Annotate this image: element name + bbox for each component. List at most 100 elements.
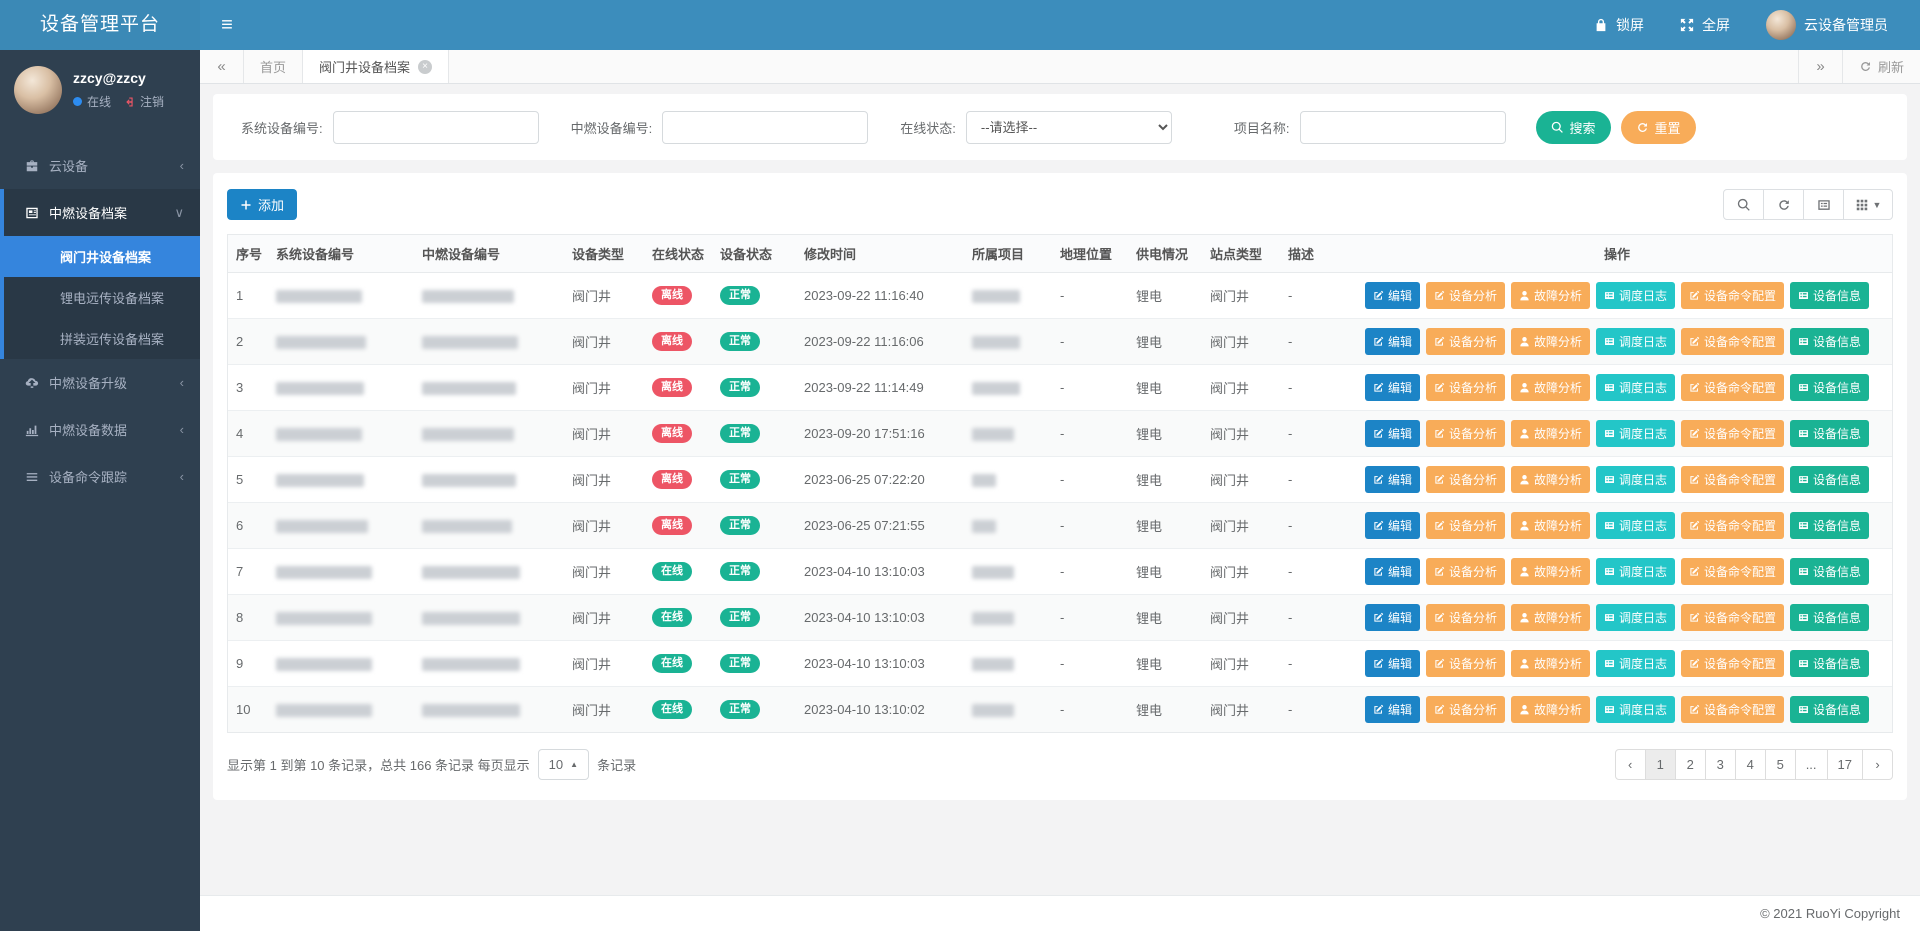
device-command-config-button[interactable]: 设备命令配置 (1681, 282, 1784, 309)
device-command-config-button[interactable]: 设备命令配置 (1681, 650, 1784, 677)
device-command-config-button[interactable]: 设备命令配置 (1681, 604, 1784, 631)
device-analysis-button[interactable]: 设备分析 (1426, 282, 1505, 309)
device-command-config-button[interactable]: 设备命令配置 (1681, 374, 1784, 401)
tab-home[interactable]: 首页 (244, 50, 303, 83)
dispatch-log-button[interactable]: 调度日志 (1596, 558, 1675, 585)
device-command-config-button[interactable]: 设备命令配置 (1681, 420, 1784, 447)
edit-button[interactable]: 编辑 (1365, 558, 1420, 585)
fault-analysis-button[interactable]: 故障分析 (1511, 466, 1590, 493)
fault-analysis-button[interactable]: 故障分析 (1511, 558, 1590, 585)
fullscreen-button[interactable]: 全屏 (1680, 15, 1730, 35)
page-2-button[interactable]: 2 (1675, 749, 1706, 780)
sidebar-item-device-command-track[interactable]: 设备命令跟踪‹ (0, 453, 200, 500)
dispatch-log-button[interactable]: 调度日志 (1596, 604, 1675, 631)
card-view-button[interactable] (1803, 189, 1844, 220)
zhongran-device-no-input[interactable] (662, 111, 868, 144)
device-info-button[interactable]: 设备信息 (1790, 558, 1869, 585)
fault-analysis-button[interactable]: 故障分析 (1511, 420, 1590, 447)
page-prev-button[interactable]: ‹ (1615, 749, 1646, 780)
dispatch-log-button[interactable]: 调度日志 (1596, 466, 1675, 493)
device-analysis-button[interactable]: 设备分析 (1426, 420, 1505, 447)
fault-analysis-button[interactable]: 故障分析 (1511, 604, 1590, 631)
dispatch-log-button[interactable]: 调度日志 (1596, 328, 1675, 355)
device-info-button[interactable]: 设备信息 (1790, 420, 1869, 447)
device-command-config-button[interactable]: 设备命令配置 (1681, 328, 1784, 355)
edit-button[interactable]: 编辑 (1365, 650, 1420, 677)
dispatch-log-button[interactable]: 调度日志 (1596, 650, 1675, 677)
sidebar-item-zhongran-upgrade[interactable]: 中燃设备升级‹ (0, 359, 200, 406)
page-size-dropdown[interactable]: 10 ▲ (538, 749, 589, 780)
device-analysis-button[interactable]: 设备分析 (1426, 696, 1505, 723)
device-analysis-button[interactable]: 设备分析 (1426, 466, 1505, 493)
user-menu[interactable]: 云设备管理员 (1766, 10, 1888, 40)
dispatch-log-button[interactable]: 调度日志 (1596, 420, 1675, 447)
dispatch-log-button[interactable]: 调度日志 (1596, 282, 1675, 309)
device-command-config-button[interactable]: 设备命令配置 (1681, 558, 1784, 585)
edit-icon (1373, 290, 1384, 301)
device-command-config-button[interactable]: 设备命令配置 (1681, 512, 1784, 539)
device-command-config-button[interactable]: 设备命令配置 (1681, 696, 1784, 723)
device-info-button[interactable]: 设备信息 (1790, 374, 1869, 401)
table-refresh-button[interactable] (1763, 189, 1804, 220)
fault-analysis-button[interactable]: 故障分析 (1511, 374, 1590, 401)
edit-button[interactable]: 编辑 (1365, 420, 1420, 447)
dispatch-log-button[interactable]: 调度日志 (1596, 696, 1675, 723)
edit-button[interactable]: 编辑 (1365, 374, 1420, 401)
fault-analysis-button[interactable]: 故障分析 (1511, 282, 1590, 309)
device-command-config-button[interactable]: 设备命令配置 (1681, 466, 1784, 493)
tabs-scroll-right-button[interactable]: » (1798, 50, 1842, 83)
device-analysis-button[interactable]: 设备分析 (1426, 604, 1505, 631)
edit-button[interactable]: 编辑 (1365, 328, 1420, 355)
sidebar-item-zhongran-archive[interactable]: 中燃设备档案∨ (4, 189, 200, 236)
columns-dropdown-button[interactable]: ▼ (1843, 189, 1893, 220)
page-1-button[interactable]: 1 (1645, 749, 1676, 780)
tabs-scroll-left-button[interactable]: « (200, 50, 244, 83)
project-name-input[interactable] (1300, 111, 1506, 144)
device-info-button[interactable]: 设备信息 (1790, 466, 1869, 493)
page-4-button[interactable]: 4 (1735, 749, 1766, 780)
device-info-button[interactable]: 设备信息 (1790, 512, 1869, 539)
search-button[interactable]: 搜索 (1536, 111, 1611, 144)
table-search-button[interactable] (1723, 189, 1764, 220)
edit-button[interactable]: 编辑 (1365, 604, 1420, 631)
dispatch-log-button[interactable]: 调度日志 (1596, 374, 1675, 401)
page-5-button[interactable]: 5 (1765, 749, 1796, 780)
device-info-button[interactable]: 设备信息 (1790, 282, 1869, 309)
sidebar-item-zhongran-data[interactable]: 中燃设备数据‹ (0, 406, 200, 453)
sidebar-toggle-button[interactable]: ≡ (200, 14, 254, 37)
dispatch-log-button[interactable]: 调度日志 (1596, 512, 1675, 539)
device-analysis-button[interactable]: 设备分析 (1426, 374, 1505, 401)
device-info-button[interactable]: 设备信息 (1790, 650, 1869, 677)
edit-button[interactable]: 编辑 (1365, 466, 1420, 493)
edit-button[interactable]: 编辑 (1365, 696, 1420, 723)
system-device-no-input[interactable] (333, 111, 539, 144)
tab-refresh-button[interactable]: 刷新 (1842, 50, 1920, 83)
device-analysis-button[interactable]: 设备分析 (1426, 512, 1505, 539)
sidebar-item-cloud-device[interactable]: 云设备‹ (0, 142, 200, 189)
sidebar-subitem-valve-well-archive[interactable]: 阀门井设备档案 (4, 236, 200, 277)
device-info-button[interactable]: 设备信息 (1790, 696, 1869, 723)
fault-analysis-button[interactable]: 故障分析 (1511, 512, 1590, 539)
fault-analysis-button[interactable]: 故障分析 (1511, 650, 1590, 677)
edit-button[interactable]: 编辑 (1365, 512, 1420, 539)
device-analysis-button[interactable]: 设备分析 (1426, 650, 1505, 677)
device-info-button[interactable]: 设备信息 (1790, 328, 1869, 355)
fault-analysis-button[interactable]: 故障分析 (1511, 328, 1590, 355)
add-button[interactable]: 添加 (227, 189, 297, 220)
device-info-button[interactable]: 设备信息 (1790, 604, 1869, 631)
tab-valve-well-archive[interactable]: 阀门井设备档案× (303, 50, 449, 83)
online-status-select[interactable]: --请选择-- (966, 111, 1172, 144)
device-analysis-button[interactable]: 设备分析 (1426, 328, 1505, 355)
page-3-button[interactable]: 3 (1705, 749, 1736, 780)
page-next-button[interactable]: › (1862, 749, 1893, 780)
fault-analysis-button[interactable]: 故障分析 (1511, 696, 1590, 723)
edit-button[interactable]: 编辑 (1365, 282, 1420, 309)
logout-button[interactable]: 注销 (124, 93, 164, 110)
tab-close-icon[interactable]: × (418, 60, 432, 74)
reset-button[interactable]: 重置 (1621, 111, 1696, 144)
page-17-button[interactable]: 17 (1827, 749, 1863, 780)
sidebar-subitem-lithium-remote-archive[interactable]: 锂电远传设备档案 (4, 277, 200, 318)
device-analysis-button[interactable]: 设备分析 (1426, 558, 1505, 585)
lock-screen-button[interactable]: 锁屏 (1594, 15, 1644, 35)
sidebar-subitem-assembled-remote-archive[interactable]: 拼装远传设备档案 (4, 318, 200, 359)
